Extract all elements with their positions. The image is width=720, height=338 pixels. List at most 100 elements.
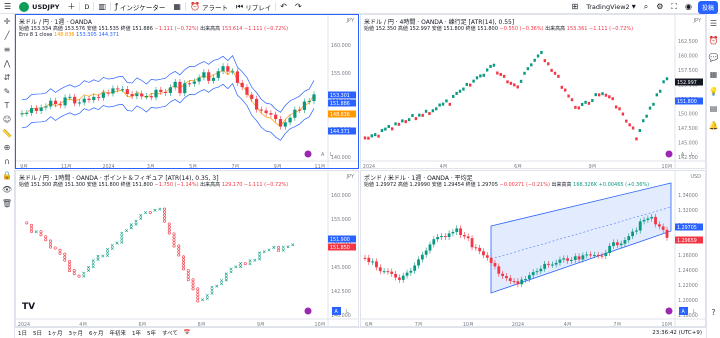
candle-body [53,100,58,105]
settings-button[interactable]: ⚙ [652,0,667,14]
symbol-search[interactable]: USDJPY [15,0,63,14]
text-icon[interactable]: T [5,102,10,110]
ha-candle-body [635,230,638,232]
magnet-icon[interactable]: ∩ [4,158,10,166]
publish-button[interactable]: 投稿 [697,1,718,14]
ha-candle-body [375,261,378,268]
ha-candle-body [493,263,497,267]
news-icon[interactable]: ▤ [710,105,718,113]
chart-canvas[interactable]: 160.000155.000150.000145.000142.500140.0… [16,171,359,327]
search-button[interactable]: ⌕ [640,0,652,14]
layout-select-button[interactable]: ⊞ [568,0,583,14]
pattern-icon[interactable]: ⋀ [4,60,11,68]
pnf-x-box [220,282,224,286]
range-6m[interactable]: 6ヶ月 [86,329,107,337]
trendline-icon[interactable]: ╱ [5,32,10,40]
pnf-x-box [258,251,262,255]
ha-candle-body [470,238,474,248]
pnf-x-box [134,219,138,223]
zoom-icon[interactable]: ⊕ [4,144,11,152]
menu-icon[interactable]: ☰ [0,0,15,14]
lock-icon[interactable]: 🔒 [2,172,12,180]
price-tick-label: 160.000 [331,193,351,199]
time-tick-label: 10月 [662,164,673,169]
chart-canvas[interactable]: 160.000155.000150.000145.000140.0009月11月… [16,15,359,169]
renko-brick [594,93,597,97]
chart-pane-usdjpy-pnf[interactable]: 160.000155.000150.000145.000142.500140.0… [15,170,359,327]
interval-button[interactable]: D [80,0,93,14]
renko-brick [384,127,387,131]
crosshair-icon[interactable]: ✛ [4,18,11,26]
undo-button[interactable]: ↶ [276,0,291,14]
calendar-icon[interactable]: ▦ [710,71,718,79]
notifications-icon[interactable]: 🔔 [709,122,719,130]
screenshot-button[interactable]: ◉ [681,0,696,14]
clock-timezone[interactable]: 23:36:42 (UTC+9) [652,330,702,336]
ha-candle-body [642,219,646,222]
forecast-icon[interactable]: ⇵ [4,74,11,82]
range-5y[interactable]: 5年 [144,329,159,337]
price-tick-label: 1.24000 [678,268,698,274]
templates-button[interactable]: ▦ [169,0,185,14]
undo-icon: ↶ [280,1,287,11]
indicator-legend[interactable]: Env 8 1 close 148.836 153.305 144.371 [19,32,119,38]
go-to-date-icon[interactable]: 📅 [181,330,194,336]
time-tick-label: 11月 [315,164,326,169]
help-icon[interactable]: ? [711,309,715,317]
candle-body [173,81,177,88]
pnf-o-box [172,244,176,248]
renko-brick [407,118,411,122]
pnf-o-box [68,266,72,270]
ideas-icon[interactable]: 💡 [709,88,719,96]
indicators-button[interactable]: ƒ インジケーター [111,0,169,14]
pnf-o-box [182,261,186,265]
watchlist-icon[interactable]: ☰ [710,20,717,28]
range-1m[interactable]: 1ヶ月 [45,329,66,337]
chart-pane-usdjpy-renko[interactable]: 162.500160.000157.500155.000152.500150.0… [360,14,706,169]
renko-brick [659,89,662,93]
eye-icon[interactable]: 👁 [2,186,12,194]
ha-candle-body [638,221,642,231]
range-5d[interactable]: 5日 [30,329,45,337]
layout-name[interactable]: TradingView2 ▾ [582,0,640,14]
replay-button[interactable]: ⏮ リプレイ [232,0,275,14]
layout-grid-icon: ⊞ [571,1,579,11]
chat-icon[interactable]: 💬 [709,54,719,62]
pnf-x-box [87,268,91,272]
range-ytd[interactable]: 年初来 [107,329,130,337]
pnf-x-box [91,259,95,263]
chart-pane-usdjpy-weekly[interactable]: 160.000155.000150.000145.000140.0009月11月… [15,14,359,169]
candle-body [235,71,240,83]
chart-pane-gbpusd-heikinashi[interactable]: 1.340001.320001.300001.280001.260001.240… [360,170,706,327]
renko-brick [390,127,394,131]
chart-canvas[interactable]: 1.340001.320001.300001.280001.260001.240… [361,171,706,327]
ruler-icon[interactable]: 📏 [2,130,12,138]
alert-button[interactable]: ⏰ アラート [186,0,232,14]
renko-brick [570,98,574,102]
renko-brick [363,136,367,140]
brush-icon[interactable]: ✎ [4,88,11,96]
alarm-icon[interactable]: ⏰ [709,37,719,45]
range-1d[interactable]: 1日 [15,329,30,337]
candle-body [34,108,38,111]
pnf-x-box [201,298,205,302]
price-tick-label: 160.000 [678,54,698,60]
pnf-o-box [196,290,200,294]
trash-icon[interactable]: 🗑 [2,200,12,208]
add-symbol-button[interactable]: ＋ [63,0,79,14]
candle-body [149,96,153,98]
ha-candle-body [516,281,520,285]
candle-body [250,94,254,99]
range-3m[interactable]: 3ヶ月 [66,329,87,337]
chart-type-button[interactable]: ▥ [94,0,110,14]
candle-body [96,96,101,98]
fib-icon[interactable]: ≡ [4,46,11,54]
emoji-icon[interactable]: ☺ [3,116,11,124]
redo-button[interactable]: ↷ [291,0,306,14]
chart-canvas[interactable]: 162.500160.000157.500155.000152.500150.0… [361,15,706,169]
range-all[interactable]: すべて [159,329,181,337]
renko-brick [655,93,659,97]
fullscreen-button[interactable]: ⛶ [667,0,681,14]
range-1y[interactable]: 1年 [129,329,144,337]
pnf-x-box [34,230,38,234]
